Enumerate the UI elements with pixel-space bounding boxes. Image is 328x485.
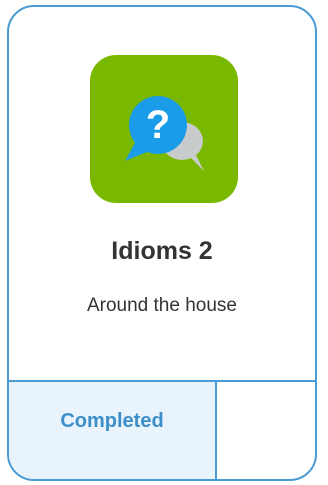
status-cell: Completed xyxy=(9,382,217,479)
lesson-icon-tile: ? xyxy=(90,55,238,203)
lesson-card[interactable]: ? Idioms 2 Around the house Completed xyxy=(7,5,317,481)
footer-empty-cell xyxy=(217,382,315,479)
lesson-footer: Completed xyxy=(9,380,315,479)
question-chat-bubbles-icon: ? xyxy=(125,96,204,171)
status-label: Completed xyxy=(60,410,164,432)
lesson-subtitle: Around the house xyxy=(86,295,237,316)
svg-text:?: ? xyxy=(146,103,170,147)
lesson-title: Idioms 2 xyxy=(111,237,213,265)
